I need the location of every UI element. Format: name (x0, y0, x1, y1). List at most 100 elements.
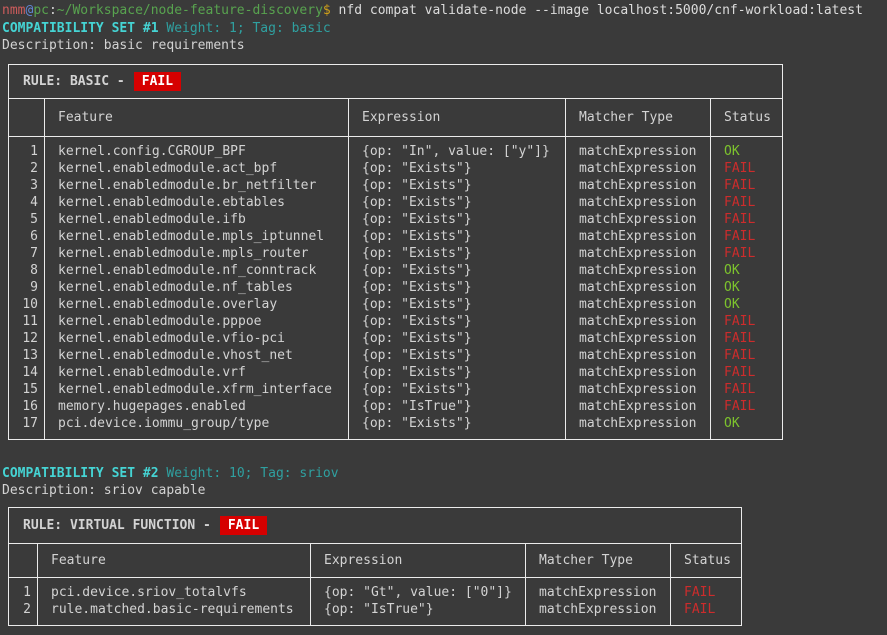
status-cell: OK (711, 279, 783, 296)
expression-cell: {op: "In", value: ["y"]} (349, 137, 566, 161)
feature-cell: kernel.enabledmodule.vfio-pci (45, 330, 349, 347)
feature-cell: kernel.enabledmodule.act_bpf (45, 160, 349, 177)
prompt-path: ~/Workspace/node-feature-discovery (57, 3, 323, 18)
column-header-feature: Feature (38, 544, 311, 578)
expression-cell: {op: "Exists"} (349, 364, 566, 381)
expression-cell: {op: "Exists"} (349, 381, 566, 398)
status-cell: FAIL (711, 381, 783, 398)
status-cell: FAIL (711, 364, 783, 381)
status-cell: FAIL (711, 194, 783, 211)
prompt-user: nmm (2, 3, 25, 18)
table-row: 9kernel.enabledmodule.nf_tables{op: "Exi… (9, 279, 783, 296)
row-number: 14 (9, 364, 45, 381)
command-text: nfd compat validate-node --image localho… (331, 3, 863, 18)
row-number: 15 (9, 381, 45, 398)
feature-cell: kernel.enabledmodule.xfrm_interface (45, 381, 349, 398)
matcher-type-cell: matchExpression (566, 160, 711, 177)
feature-cell: kernel.enabledmodule.vrf (45, 364, 349, 381)
feature-cell: kernel.enabledmodule.pppoe (45, 313, 349, 330)
status-cell: FAIL (671, 578, 742, 602)
prompt-host: pc (33, 3, 49, 18)
row-number: 4 (9, 194, 45, 211)
status-cell: FAIL (711, 160, 783, 177)
matcher-type-cell: matchExpression (566, 279, 711, 296)
feature-cell: kernel.config.CGROUP_BPF (45, 137, 349, 161)
rule-status-badge: FAIL (134, 72, 181, 91)
table-row: 3kernel.enabledmodule.br_netfilter{op: "… (9, 177, 783, 194)
table-row: 6kernel.enabledmodule.mpls_iptunnel{op: … (9, 228, 783, 245)
status-cell: FAIL (671, 601, 742, 626)
status-cell: FAIL (711, 347, 783, 364)
matcher-type-cell: matchExpression (566, 245, 711, 262)
table-row: 1kernel.config.CGROUP_BPF{op: "In", valu… (9, 137, 783, 161)
rule-table-virtual-function: RULE: VIRTUAL FUNCTION - FAIL Feature Exp… (8, 507, 742, 626)
column-header-status: Status (671, 544, 742, 578)
feature-cell: pci.device.sriov_totalvfs (38, 578, 311, 602)
table-row: 2kernel.enabledmodule.act_bpf{op: "Exist… (9, 160, 783, 177)
table-row: 12kernel.enabledmodule.vfio-pci{op: "Exi… (9, 330, 783, 347)
table-row: 11kernel.enabledmodule.pppoe{op: "Exists… (9, 313, 783, 330)
column-header-expression: Expression (311, 544, 526, 578)
column-header-num (9, 99, 45, 137)
matcher-type-cell: matchExpression (566, 381, 711, 398)
column-header-matcher-type: Matcher Type (526, 544, 671, 578)
row-number: 9 (9, 279, 45, 296)
rule-label: RULE: VIRTUAL FUNCTION - (23, 518, 211, 533)
status-cell: FAIL (711, 398, 783, 415)
rule-status-badge: FAIL (220, 516, 267, 535)
expression-cell: {op: "Exists"} (349, 313, 566, 330)
table-row: 14kernel.enabledmodule.vrf{op: "Exists"}… (9, 364, 783, 381)
table-row: 7kernel.enabledmodule.mpls_router{op: "E… (9, 245, 783, 262)
row-number: 6 (9, 228, 45, 245)
expression-cell: {op: "Exists"} (349, 160, 566, 177)
matcher-type-cell: matchExpression (566, 364, 711, 381)
row-number: 7 (9, 245, 45, 262)
compat-set-2-meta: Weight: 10; Tag: sriov (166, 466, 338, 481)
expression-cell: {op: "Exists"} (349, 245, 566, 262)
matcher-type-cell: matchExpression (566, 347, 711, 364)
expression-cell: {op: "Exists"} (349, 296, 566, 313)
row-number: 12 (9, 330, 45, 347)
matcher-type-cell: matchExpression (526, 578, 671, 602)
row-number: 16 (9, 398, 45, 415)
expression-cell: {op: "Exists"} (349, 228, 566, 245)
compat-set-1-description: Description: basic requirements (2, 37, 887, 54)
expression-cell: {op: "Gt", value: ["0"]} (311, 578, 526, 602)
feature-cell: pci.device.iommu_group/type (45, 415, 349, 440)
status-cell: FAIL (711, 313, 783, 330)
matcher-type-cell: matchExpression (566, 137, 711, 161)
terminal-window[interactable]: { "prompt": { "user": "nmm", "at": "@", … (0, 0, 887, 635)
matcher-type-cell: matchExpression (566, 211, 711, 228)
compat-set-2-description: Description: sriov capable (2, 482, 887, 499)
row-number: 2 (9, 160, 45, 177)
feature-cell: rule.matched.basic-requirements (38, 601, 311, 626)
column-header-status: Status (711, 99, 783, 137)
expression-cell: {op: "Exists"} (349, 262, 566, 279)
feature-cell: kernel.enabledmodule.vhost_net (45, 347, 349, 364)
rule-table-body: 1pci.device.sriov_totalvfs{op: "Gt", val… (9, 578, 742, 626)
status-cell: OK (711, 137, 783, 161)
feature-cell: kernel.enabledmodule.ebtables (45, 194, 349, 211)
rule-header-row: RULE: BASIC -FAIL (9, 65, 783, 99)
prompt-colon: : (49, 3, 57, 18)
matcher-type-cell: matchExpression (566, 330, 711, 347)
prompt-dollar: $ (323, 3, 331, 18)
row-number: 10 (9, 296, 45, 313)
compat-set-1-title: COMPATIBILITY SET #1 (2, 21, 159, 36)
row-number: 3 (9, 177, 45, 194)
matcher-type-cell: matchExpression (566, 398, 711, 415)
matcher-type-cell: matchExpression (566, 194, 711, 211)
column-header-row: Feature Expression Matcher Type Status (9, 99, 783, 137)
column-header-num (9, 544, 38, 578)
status-cell: OK (711, 415, 783, 440)
compat-set-2-heading: COMPATIBILITY SET #2 Weight: 10; Tag: sr… (2, 465, 887, 482)
expression-cell: {op: "Exists"} (349, 415, 566, 440)
expression-cell: {op: "IsTrue"} (311, 601, 526, 626)
expression-cell: {op: "IsTrue"} (349, 398, 566, 415)
table-row: 15kernel.enabledmodule.xfrm_interface{op… (9, 381, 783, 398)
compat-set-2-title: COMPATIBILITY SET #2 (2, 466, 159, 481)
prompt-line: nmm@pc:~/Workspace/node-feature-discover… (2, 2, 887, 20)
table-row: 2rule.matched.basic-requirements{op: "Is… (9, 601, 742, 626)
feature-cell: kernel.enabledmodule.br_netfilter (45, 177, 349, 194)
table-row: 13kernel.enabledmodule.vhost_net{op: "Ex… (9, 347, 783, 364)
